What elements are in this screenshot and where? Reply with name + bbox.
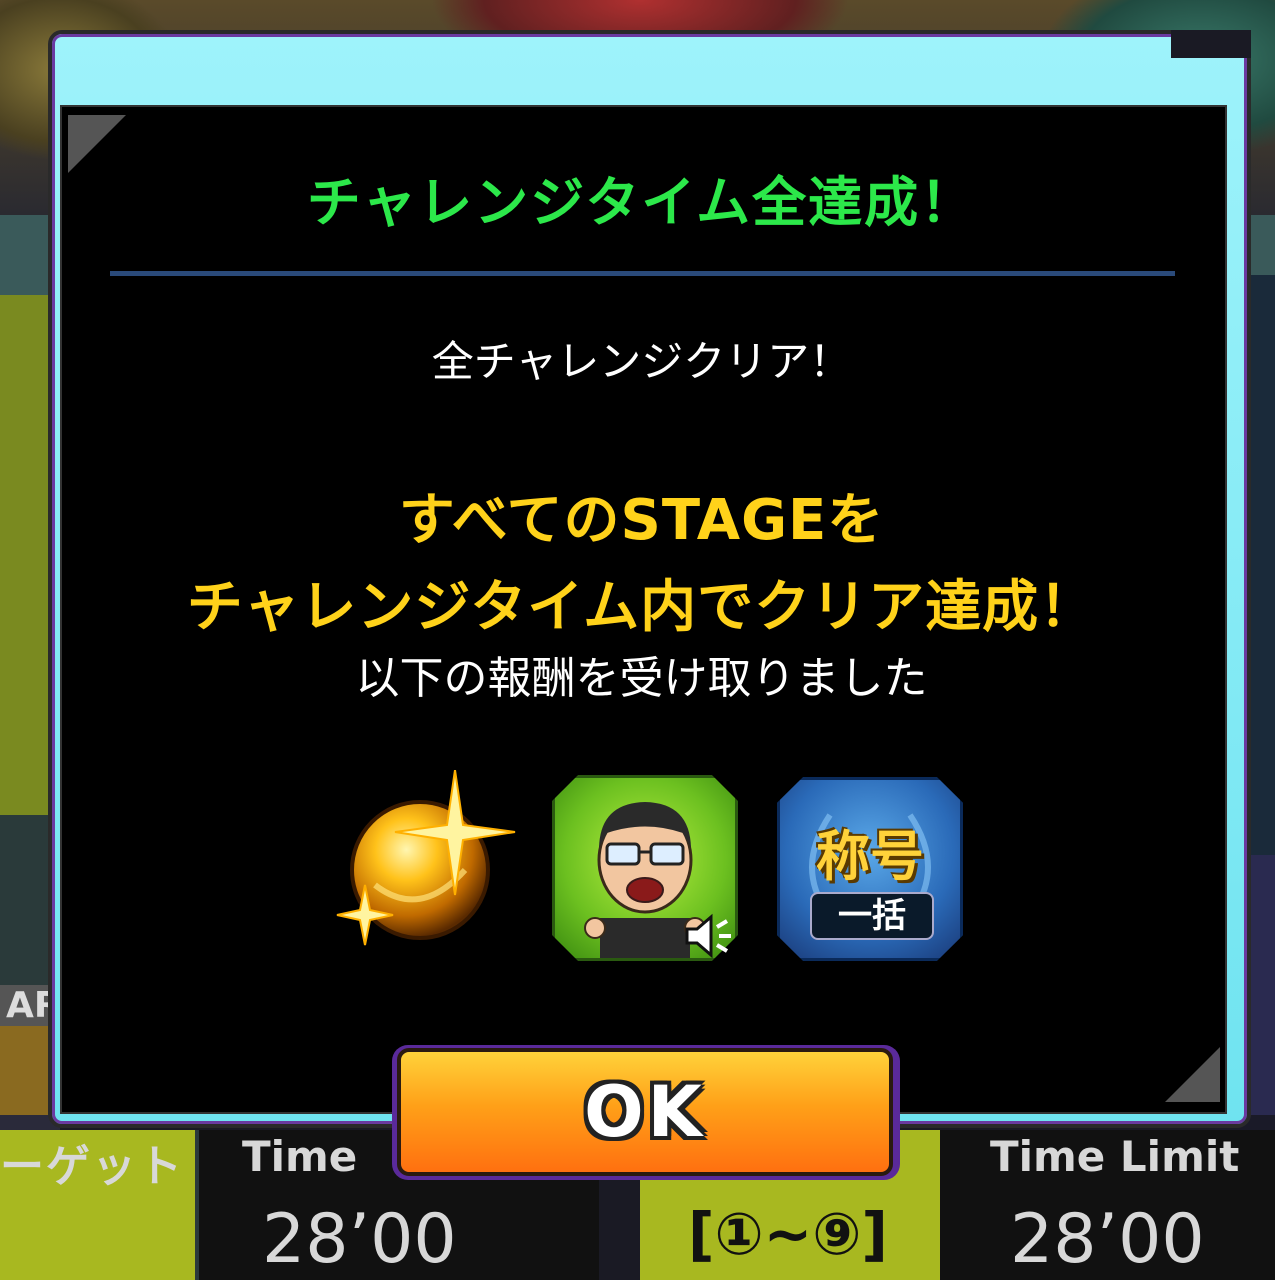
background-stage-range: [①~⑨]: [680, 1200, 896, 1268]
background-time-label: Time: [242, 1132, 358, 1181]
corner-decoration: [1165, 1047, 1220, 1102]
dialog-subtitle: 全チャレンジクリア！: [431, 337, 852, 386]
background-time-value: 28’00: [262, 1200, 457, 1279]
gold-orb-icon[interactable]: [335, 769, 525, 950]
ok-button[interactable]: OK: [397, 1048, 893, 1176]
background-timelimit-label: Time Limit: [990, 1132, 1240, 1181]
background-timelimit-value: 28’00: [1010, 1200, 1205, 1279]
dialog-title: チャレンジタイム全達成！: [306, 171, 977, 234]
title-reward-icon[interactable]: 称号 一括: [777, 777, 963, 961]
ok-button-label: OK: [584, 1071, 706, 1153]
achievement-message-line1: すべてのSTAGEを: [398, 488, 885, 553]
reward-received-text: 以下の報酬を受け取りました: [355, 653, 928, 704]
divider: [110, 271, 1175, 276]
background-target-label: ーゲット: [0, 1141, 184, 1192]
achievement-message-line2: チャレンジタイム内でクリア達成！: [186, 575, 1097, 640]
speaker-icon[interactable]: [683, 913, 735, 963]
title-reward-tag: 一括: [810, 892, 934, 940]
title-reward-label: 称号: [816, 825, 924, 888]
